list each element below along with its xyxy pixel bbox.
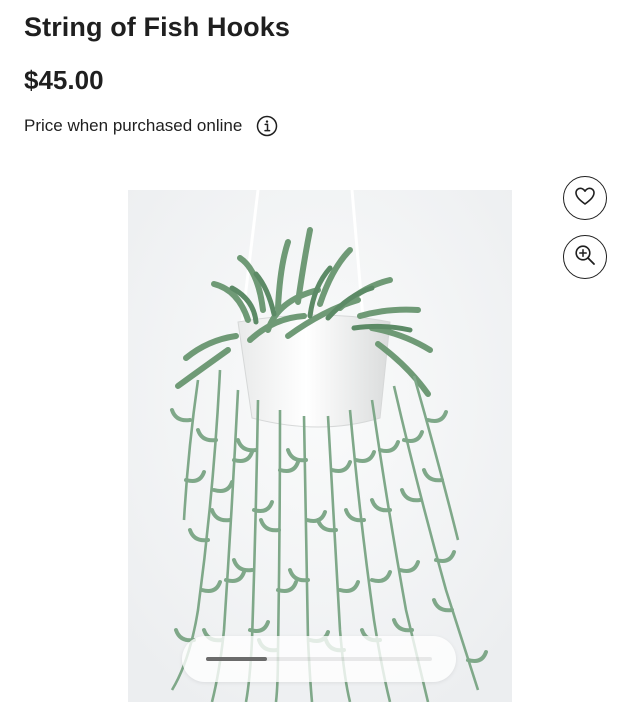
price-note: Price when purchased online	[24, 116, 243, 135]
product-title: String of Fish Hooks	[24, 12, 291, 42]
product-image[interactable]	[128, 190, 512, 702]
plant-illustration	[128, 190, 512, 702]
carousel-track	[206, 657, 432, 661]
price-note-row: Price when purchased online	[24, 112, 278, 140]
zoom-in-icon	[574, 244, 596, 271]
carousel-indicator[interactable]	[182, 636, 456, 682]
heart-icon	[574, 186, 596, 211]
favorite-button[interactable]	[563, 176, 607, 220]
info-icon[interactable]	[256, 115, 278, 137]
carousel-thumb[interactable]	[206, 657, 267, 661]
zoom-button[interactable]	[563, 235, 607, 279]
product-price: $45.00	[24, 65, 104, 95]
